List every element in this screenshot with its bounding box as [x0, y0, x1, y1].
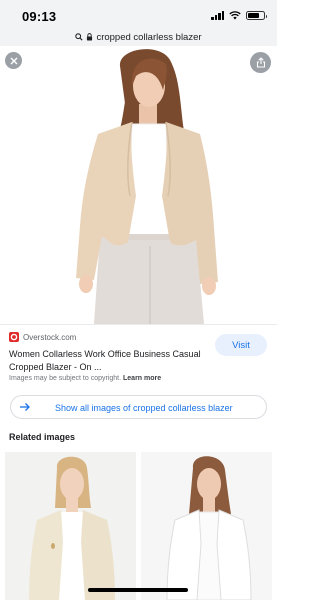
close-button[interactable]	[5, 52, 22, 69]
image-viewer[interactable]	[0, 46, 277, 324]
share-icon	[256, 57, 265, 68]
status-icons	[211, 11, 267, 20]
related-image-2-picture	[141, 452, 272, 600]
search-icon	[75, 33, 84, 41]
close-icon	[10, 57, 17, 64]
cellular-signal-icon	[211, 11, 224, 20]
search-query-text: cropped collarless blazer	[96, 31, 202, 43]
overstock-logo-icon	[9, 332, 19, 342]
source-name: Overstock.com	[23, 332, 77, 342]
related-image-2[interactable]	[141, 452, 272, 600]
home-indicator[interactable]	[88, 588, 188, 592]
search-query-bar[interactable]: cropped collarless blazer	[0, 28, 277, 46]
related-image-1[interactable]	[5, 452, 136, 600]
result-title[interactable]: Women Collarless Work Office Business Ca…	[9, 348, 209, 374]
source-row[interactable]: Overstock.com	[9, 332, 76, 342]
divider	[0, 324, 277, 325]
visit-button[interactable]: Visit	[215, 334, 267, 356]
copyright-notice: Images may be subject to copyright. Lear…	[9, 375, 161, 382]
main-product-image	[0, 46, 277, 324]
wifi-icon	[229, 11, 241, 20]
show-all-label: Show all images of cropped collarless bl…	[55, 403, 233, 413]
show-all-images-button[interactable]: Show all images of cropped collarless bl…	[10, 395, 267, 419]
related-image-1-picture	[5, 452, 136, 600]
status-time: 09:13	[22, 9, 57, 24]
arrow-right-icon	[20, 403, 30, 411]
copyright-text: Images may be subject to copyright.	[9, 375, 122, 382]
share-button[interactable]	[250, 52, 271, 73]
learn-more-link[interactable]: Learn more	[123, 375, 161, 382]
battery-icon	[246, 11, 267, 20]
status-bar: 09:13	[0, 0, 277, 28]
related-images-heading: Related images	[9, 432, 76, 442]
lock-icon	[87, 33, 93, 41]
